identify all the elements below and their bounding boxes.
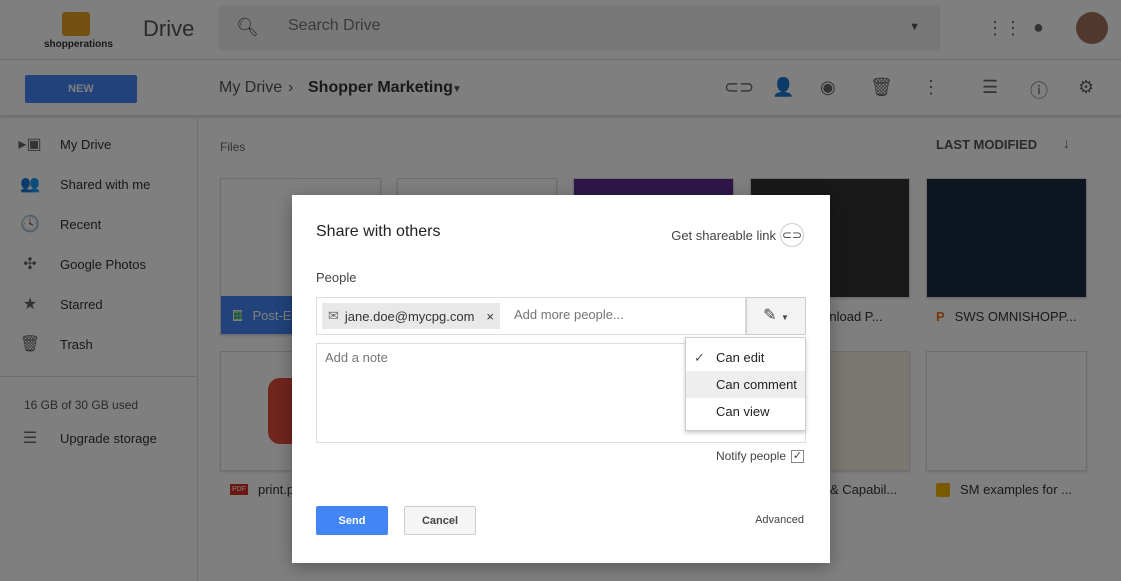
- menu-item-can-comment[interactable]: Can comment: [686, 371, 805, 398]
- notify-label: Notify people: [715, 449, 786, 463]
- people-label: People: [316, 270, 357, 285]
- link-icon: ⊂⊃: [780, 223, 804, 247]
- advanced-link[interactable]: Advanced: [755, 514, 804, 526]
- dialog-title: Share with others: [316, 223, 441, 240]
- menu-item-label: Can view: [716, 404, 770, 419]
- pencil-icon: ✎: [763, 307, 777, 324]
- menu-item-label: Can edit: [716, 350, 765, 365]
- share-dialog: Share with others Get shareable link ⊂⊃ P…: [292, 195, 830, 563]
- checkmark-icon: ✓: [694, 350, 705, 365]
- menu-item-label: Can comment: [716, 377, 797, 392]
- get-shareable-link[interactable]: Get shareable link ⊂⊃: [671, 223, 804, 247]
- add-people-input[interactable]: [514, 307, 734, 322]
- email-icon: ✉: [328, 308, 339, 323]
- send-button[interactable]: Send: [316, 506, 388, 535]
- chevron-down-icon: ▼: [780, 313, 789, 322]
- permission-menu: ✓ Can edit Can comment Can view: [685, 337, 806, 431]
- get-link-label: Get shareable link: [671, 227, 776, 243]
- notify-checkbox[interactable]: ✓: [791, 449, 804, 463]
- people-input-box[interactable]: ✉ jane.doe@mycpg.com ×: [316, 297, 746, 335]
- chip-email: jane.doe@mycpg.com: [344, 308, 475, 324]
- menu-item-can-edit[interactable]: ✓ Can edit: [686, 344, 805, 371]
- cancel-button[interactable]: Cancel: [404, 506, 476, 535]
- remove-chip-icon[interactable]: ×: [486, 309, 494, 324]
- menu-item-can-view[interactable]: Can view: [686, 398, 805, 425]
- recipient-chip: ✉ jane.doe@mycpg.com ×: [322, 303, 500, 329]
- notify-people[interactable]: Notify people ✓: [716, 449, 804, 463]
- permission-dropdown-button[interactable]: ✎ ▼: [746, 297, 806, 335]
